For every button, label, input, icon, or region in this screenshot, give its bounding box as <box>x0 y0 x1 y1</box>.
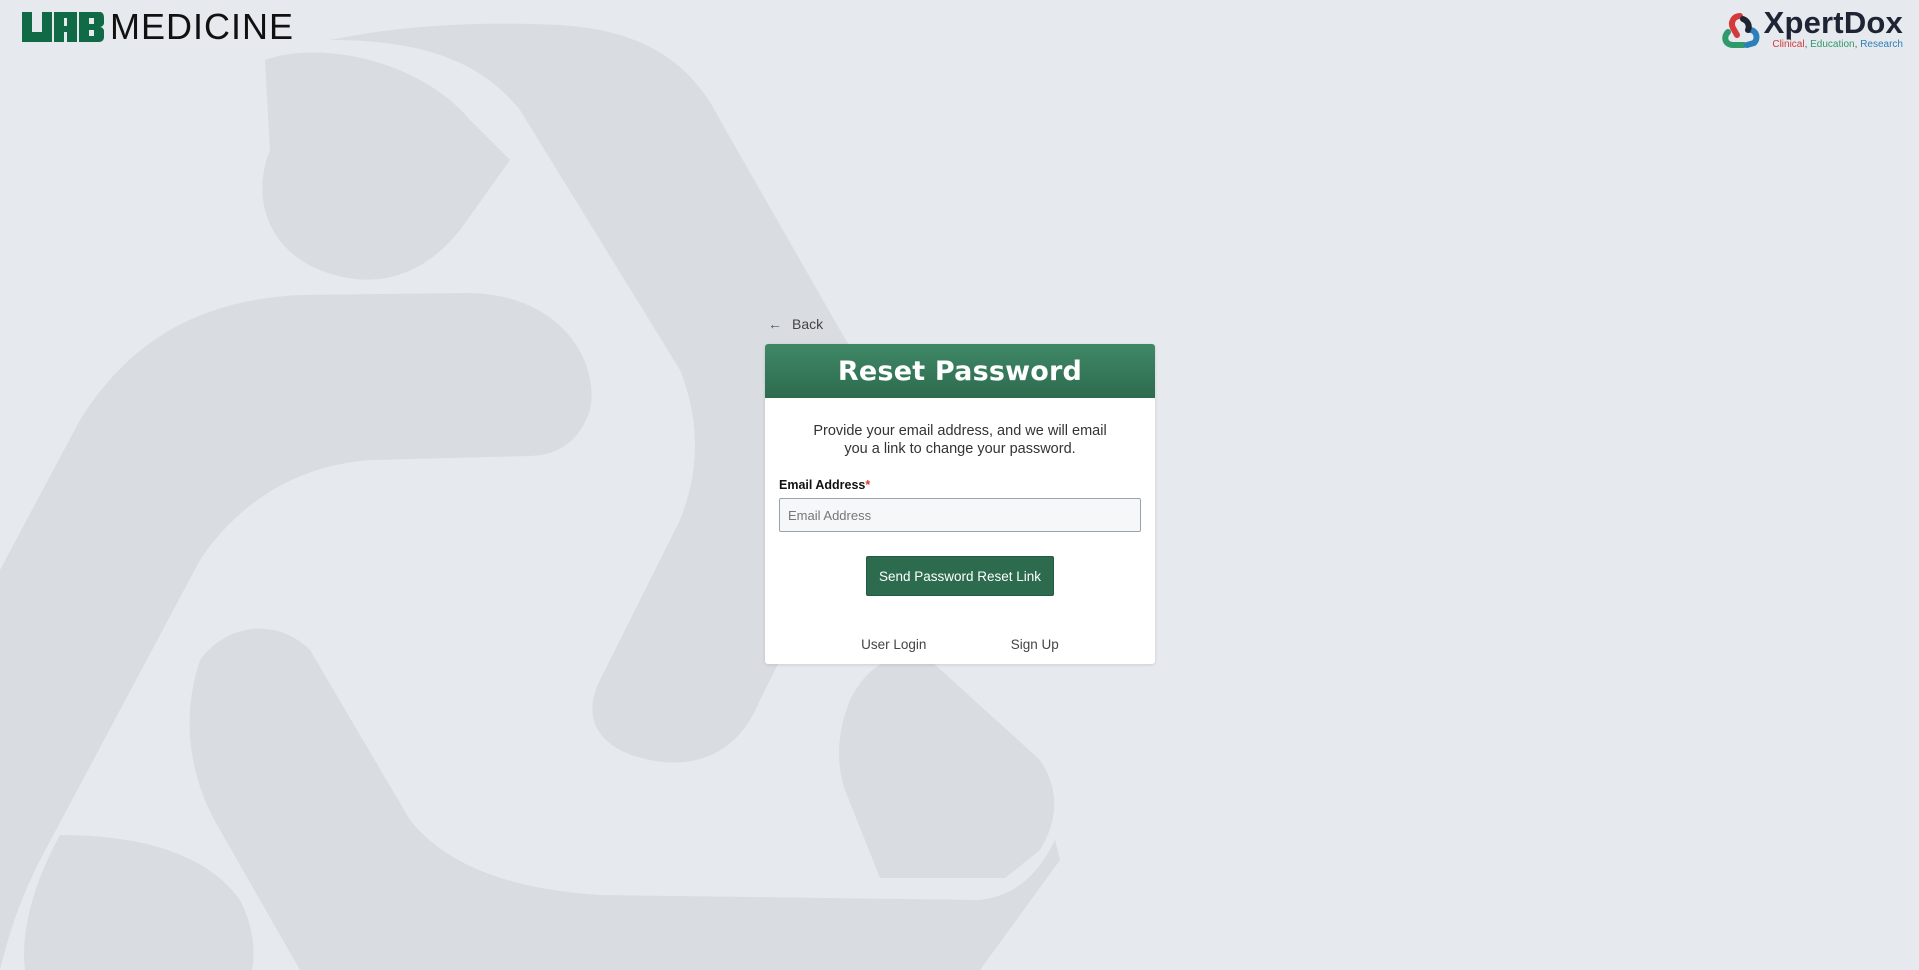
required-asterisk: * <box>865 478 871 492</box>
xpertdox-tagline: Clinical, Education, Research <box>1764 39 1903 51</box>
reset-description: Provide your email address, and we will … <box>813 423 1107 457</box>
email-label: Email Address* <box>779 478 1141 492</box>
submit-row: Send Password Reset Link <box>779 556 1141 596</box>
email-label-text: Email Address <box>779 478 866 492</box>
reset-password-panel: ← Back Reset Password Provide your email… <box>765 312 1155 664</box>
back-label: Back <box>792 316 824 332</box>
xpertdox-name: XpertDox <box>1763 5 1903 40</box>
xpertdox-logo: XpertDox Clinical, Education, Research <box>1720 5 1903 51</box>
tag-clinical: Clinical <box>1772 39 1805 50</box>
sign-up-link[interactable]: Sign Up <box>1011 637 1059 652</box>
uab-medicine-logo: MEDICINE <box>22 6 295 47</box>
card-body: Provide your email address, and we will … <box>765 398 1155 664</box>
tag-research: Research <box>1860 39 1903 50</box>
card-title: Reset Password <box>765 344 1155 398</box>
xpertdox-logo-icon <box>1721 12 1760 48</box>
uab-logo-mark <box>22 12 104 42</box>
auth-links: User Login Sign Up <box>779 632 1141 656</box>
reset-password-card: Reset Password Provide your email addres… <box>765 344 1155 664</box>
brand-word-medicine: MEDICINE <box>110 6 295 47</box>
tag-education: Education <box>1810 39 1855 50</box>
back-link[interactable]: ← Back <box>768 312 1155 336</box>
arrow-left-icon: ← <box>768 316 782 332</box>
email-input[interactable] <box>779 498 1141 532</box>
user-login-link[interactable]: User Login <box>861 637 926 652</box>
send-reset-link-button[interactable]: Send Password Reset Link <box>866 556 1054 596</box>
